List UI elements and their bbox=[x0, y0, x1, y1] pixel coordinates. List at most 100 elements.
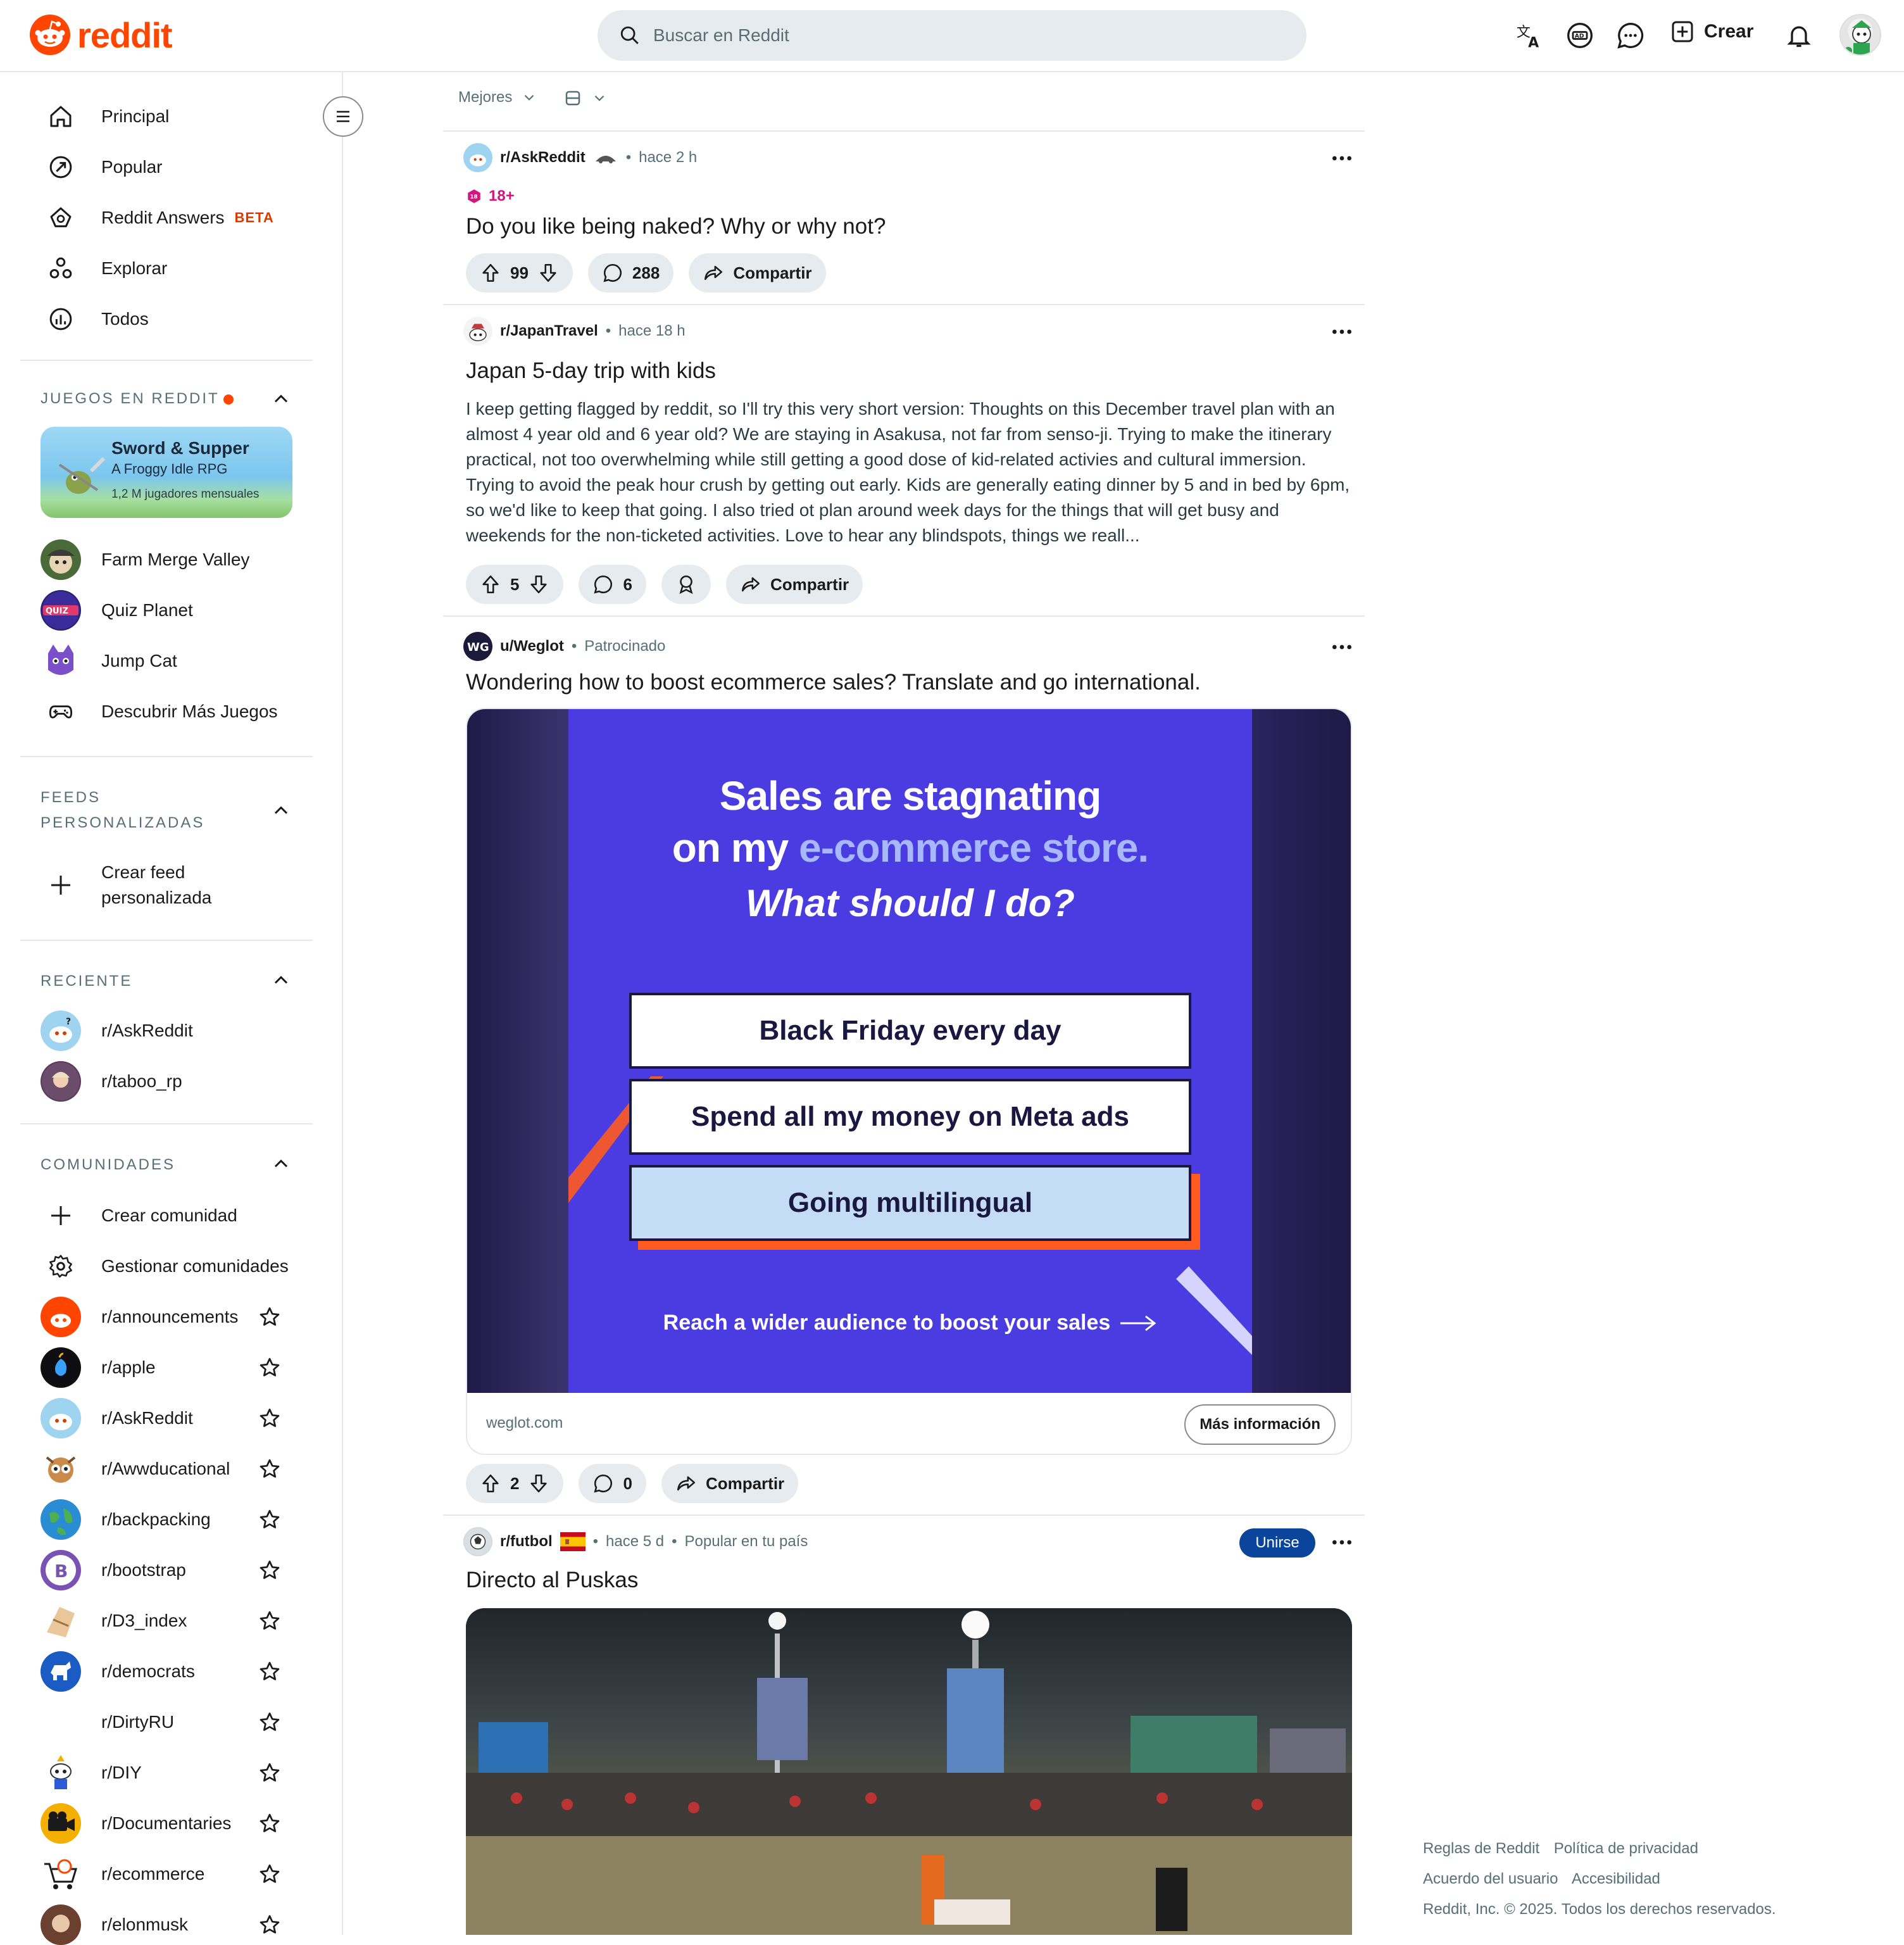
nav-explorar[interactable]: Explorar bbox=[41, 248, 167, 289]
translate-icon[interactable]: 文A bbox=[1515, 22, 1543, 49]
subreddit-link[interactable]: r/futbol bbox=[500, 1533, 553, 1551]
comments-button[interactable]: 6 bbox=[579, 565, 646, 604]
downvote-icon[interactable] bbox=[528, 574, 549, 595]
favorite-star-icon[interactable] bbox=[258, 1407, 281, 1430]
user-avatar[interactable] bbox=[1839, 14, 1881, 56]
share-button[interactable]: Compartir bbox=[661, 1464, 799, 1503]
community-item[interactable]: r/ecommerce bbox=[41, 1854, 204, 1894]
favorite-star-icon[interactable] bbox=[258, 1913, 281, 1936]
community-item[interactable]: r/elonmusk bbox=[41, 1904, 188, 1945]
recent-taboo-rp[interactable]: r/taboo_rp bbox=[41, 1061, 182, 1102]
nav-popular[interactable]: Popular bbox=[41, 147, 163, 187]
share-button[interactable]: Compartir bbox=[725, 565, 863, 604]
community-item[interactable]: r/DIY bbox=[41, 1753, 142, 1793]
chevron-up-icon[interactable] bbox=[270, 1152, 292, 1175]
more-options-icon[interactable] bbox=[1329, 319, 1355, 344]
featured-game-banner[interactable]: Sword & Supper A Froggy Idle RPG 1,2 M j… bbox=[41, 427, 292, 518]
chevron-up-icon[interactable] bbox=[270, 969, 292, 991]
communities-title[interactable]: COMUNIDADES bbox=[41, 1152, 175, 1178]
discover-more-games[interactable]: Descubrir Más Juegos bbox=[41, 691, 278, 732]
nav-principal[interactable]: Principal bbox=[41, 96, 169, 137]
share-button[interactable]: Compartir bbox=[689, 253, 826, 293]
learn-more-button[interactable]: Más información bbox=[1184, 1404, 1336, 1445]
community-item[interactable]: r/DirtyRU bbox=[41, 1702, 174, 1742]
post-title[interactable]: Do you like being naked? Why or why not? bbox=[466, 214, 886, 239]
post-body[interactable]: I keep getting flagged by reddit, so I'l… bbox=[466, 396, 1352, 548]
create-community[interactable]: Crear comunidad bbox=[41, 1195, 237, 1236]
create-custom-feed[interactable]: Crear feed personalizada bbox=[41, 860, 211, 910]
favorite-star-icon[interactable] bbox=[258, 1508, 281, 1531]
nav-label: Todos bbox=[101, 309, 149, 329]
sort-dropdown[interactable]: Mejores bbox=[458, 89, 537, 106]
downvote-icon[interactable] bbox=[528, 1473, 549, 1494]
view-dropdown[interactable] bbox=[563, 89, 608, 108]
downvote-icon[interactable] bbox=[537, 262, 559, 284]
footer-link-agreement[interactable]: Acuerdo del usuario bbox=[1423, 1870, 1558, 1887]
games-section-title[interactable]: JUEGOS EN REDDIT bbox=[41, 386, 234, 412]
chevron-up-icon[interactable] bbox=[270, 387, 292, 410]
community-item[interactable]: r/backpacking bbox=[41, 1499, 211, 1540]
collapse-sidebar-button[interactable] bbox=[323, 96, 363, 137]
community-item[interactable]: r/apple bbox=[41, 1347, 156, 1388]
footer-link-rules[interactable]: Reglas de Reddit bbox=[1423, 1840, 1539, 1857]
favorite-star-icon[interactable] bbox=[258, 1356, 281, 1379]
community-item[interactable]: Br/bootstrap bbox=[41, 1550, 186, 1590]
post-title[interactable]: Directo al Puskas bbox=[466, 1568, 638, 1593]
post-video[interactable] bbox=[466, 1608, 1352, 1935]
subreddit-link[interactable]: r/JapanTravel bbox=[500, 322, 598, 340]
upvote-icon[interactable] bbox=[480, 1473, 501, 1494]
upvote-icon[interactable] bbox=[480, 262, 501, 284]
community-item[interactable]: r/announcements bbox=[41, 1297, 238, 1337]
community-item[interactable]: r/AskReddit bbox=[41, 1398, 193, 1438]
japantravel-avatar-icon[interactable] bbox=[463, 317, 492, 346]
comments-button[interactable]: 0 bbox=[579, 1464, 646, 1503]
favorite-star-icon[interactable] bbox=[258, 1609, 281, 1632]
community-item[interactable]: r/democrats bbox=[41, 1651, 195, 1692]
more-options-icon[interactable] bbox=[1329, 634, 1355, 660]
ad-domain[interactable]: weglot.com bbox=[486, 1414, 563, 1432]
favorite-star-icon[interactable] bbox=[258, 1761, 281, 1784]
subreddit-link[interactable]: r/AskReddit bbox=[500, 149, 586, 167]
footer-link-privacy[interactable]: Política de privacidad bbox=[1554, 1840, 1698, 1857]
footer-link-accessibility[interactable]: Accesibilidad bbox=[1572, 1870, 1660, 1887]
comments-button[interactable]: 288 bbox=[587, 253, 674, 293]
more-options-icon[interactable] bbox=[1329, 146, 1355, 171]
favorite-star-icon[interactable] bbox=[258, 1711, 281, 1734]
post-title[interactable]: Japan 5-day trip with kids bbox=[466, 358, 716, 384]
award-button[interactable] bbox=[661, 565, 711, 604]
search-input[interactable]: Buscar en Reddit bbox=[598, 10, 1306, 61]
weglot-logo-icon[interactable]: WG bbox=[463, 632, 492, 661]
favorite-star-icon[interactable] bbox=[258, 1457, 281, 1480]
game-farm-merge-valley[interactable]: Farm Merge Valley bbox=[41, 539, 249, 580]
favorite-star-icon[interactable] bbox=[258, 1559, 281, 1582]
chevron-up-icon[interactable] bbox=[270, 799, 292, 822]
create-button[interactable]: Crear bbox=[1670, 19, 1753, 44]
askreddit-avatar-icon[interactable] bbox=[463, 143, 492, 172]
favorite-star-icon[interactable] bbox=[258, 1812, 281, 1835]
ad-card[interactable]: Sales are stagnating on my e-commerce st… bbox=[466, 708, 1352, 1455]
favorite-star-icon[interactable] bbox=[258, 1660, 281, 1683]
post-title[interactable]: Wondering how to boost ecommerce sales? … bbox=[466, 670, 1201, 695]
upvote-icon[interactable] bbox=[480, 574, 501, 595]
advertise-icon[interactable]: AD bbox=[1566, 22, 1594, 49]
notification-bell-icon[interactable] bbox=[1785, 22, 1813, 49]
community-item[interactable]: r/Documentaries bbox=[41, 1803, 231, 1844]
chat-icon[interactable] bbox=[1617, 22, 1644, 49]
community-item[interactable]: r/Awwducational bbox=[41, 1449, 230, 1489]
favorite-star-icon[interactable] bbox=[258, 1306, 281, 1328]
advertiser-link[interactable]: u/Weglot bbox=[500, 638, 564, 655]
community-item[interactable]: r/D3_index bbox=[41, 1601, 187, 1641]
favorite-star-icon[interactable] bbox=[258, 1863, 281, 1885]
join-button[interactable]: Unirse bbox=[1239, 1528, 1315, 1558]
nav-todos[interactable]: Todos bbox=[41, 299, 149, 339]
manage-communities[interactable]: Gestionar comunidades bbox=[41, 1246, 289, 1287]
game-quiz-planet[interactable]: QUIZ Quiz Planet bbox=[41, 590, 193, 631]
game-jump-cat[interactable]: Jump Cat bbox=[41, 641, 177, 681]
futbol-avatar-icon[interactable] bbox=[463, 1527, 492, 1556]
nav-reddit-answers[interactable]: Reddit Answers BETA bbox=[41, 198, 274, 238]
reddit-logo[interactable]: reddit bbox=[29, 14, 173, 56]
recent-askreddit[interactable]: ? r/AskReddit bbox=[41, 1010, 193, 1051]
more-options-icon[interactable] bbox=[1329, 1530, 1355, 1555]
custom-feeds-title[interactable]: FEEDS PERSONALIZADAS bbox=[41, 785, 204, 836]
recent-title[interactable]: RECIENTE bbox=[41, 969, 132, 994]
